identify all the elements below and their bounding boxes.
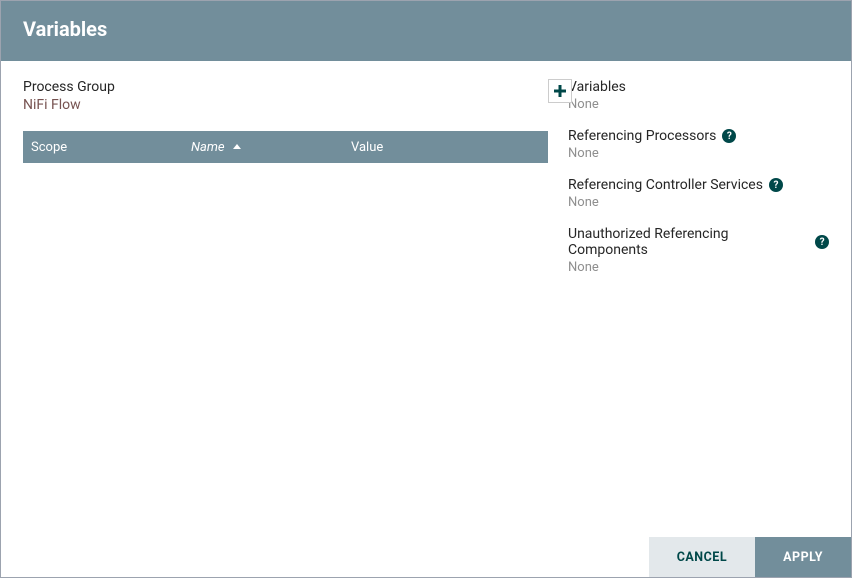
section-ref-processors-title-text: Referencing Processors [568, 128, 716, 144]
section-variables: Variables None [568, 79, 829, 112]
help-icon[interactable]: ? [722, 129, 736, 143]
section-variables-value: None [568, 97, 829, 112]
section-ref-unauthorized: Unauthorized Referencing Components ? No… [568, 226, 829, 275]
process-group-block: Process Group NiFi Flow [23, 79, 548, 131]
section-ref-controllers-title-text: Referencing Controller Services [568, 177, 763, 193]
plus-icon [553, 84, 567, 98]
process-group-name: NiFi Flow [23, 97, 548, 113]
section-variables-title: Variables [568, 79, 829, 95]
section-variables-title-text: Variables [568, 79, 626, 95]
process-group-label: Process Group [23, 79, 548, 95]
cancel-button[interactable]: CANCEL [649, 537, 755, 577]
dialog-body: Process Group NiFi Flow Scope Name [1, 61, 851, 537]
dialog-footer: CANCEL APPLY [1, 537, 851, 577]
section-ref-processors-title: Referencing Processors ? [568, 128, 829, 144]
section-ref-controllers: Referencing Controller Services ? None [568, 177, 829, 210]
right-column: Variables None Referencing Processors ? … [568, 79, 829, 527]
column-scope[interactable]: Scope [23, 140, 183, 155]
table-header: Scope Name Value [23, 131, 548, 163]
section-ref-unauthorized-title-text: Unauthorized Referencing Components [568, 226, 809, 258]
variables-table: Scope Name Value [23, 131, 548, 163]
sort-asc-icon [233, 144, 241, 149]
help-icon[interactable]: ? [815, 235, 829, 249]
add-variable-button[interactable] [548, 79, 572, 103]
left-column: Process Group NiFi Flow Scope Name [23, 79, 548, 527]
dialog-title: Variables [1, 1, 851, 61]
column-value[interactable]: Value [343, 140, 548, 155]
section-ref-unauthorized-title: Unauthorized Referencing Components ? [568, 226, 829, 258]
variables-dialog: Variables Process Group NiFi Flow Scop [1, 1, 851, 577]
help-icon[interactable]: ? [769, 178, 783, 192]
section-ref-controllers-value: None [568, 195, 829, 210]
column-name-label: Name [191, 140, 225, 155]
section-ref-processors-value: None [568, 146, 829, 161]
apply-button[interactable]: APPLY [755, 537, 851, 577]
section-ref-unauthorized-value: None [568, 260, 829, 275]
column-name[interactable]: Name [183, 140, 343, 155]
section-ref-controllers-title: Referencing Controller Services ? [568, 177, 829, 193]
section-ref-processors: Referencing Processors ? None [568, 128, 829, 161]
